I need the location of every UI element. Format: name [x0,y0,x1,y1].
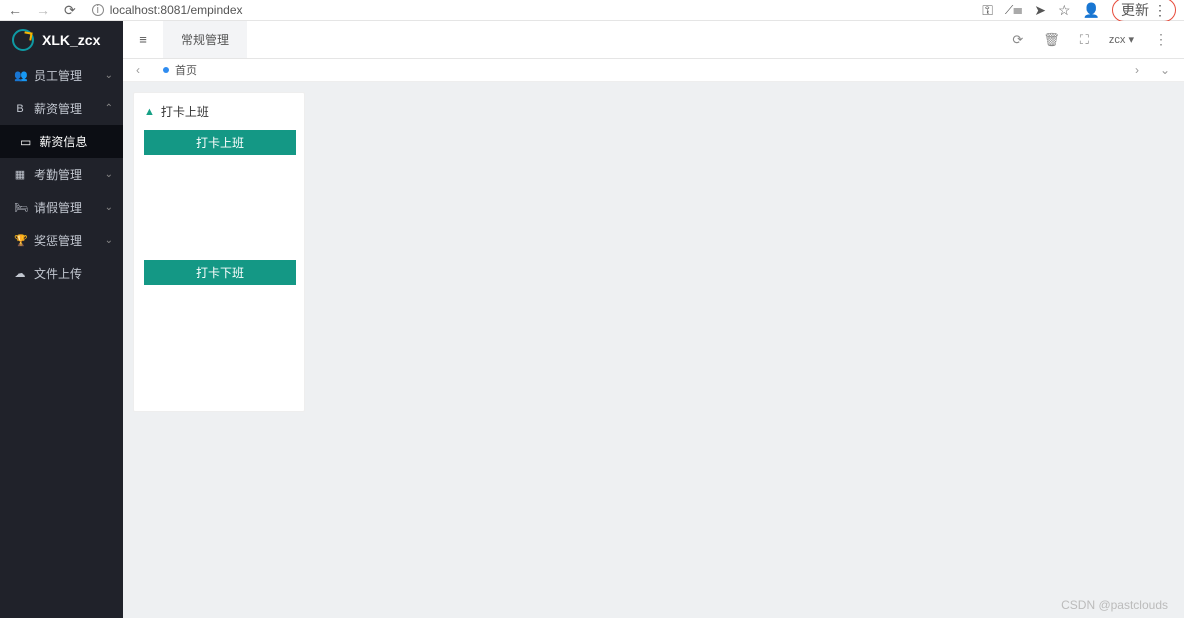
url-text: localhost:8081/empindex [110,3,243,17]
card-icon: ▭ [20,135,31,149]
sidebar-item-leave[interactable]: 🛏 请假管理 ⌄ [0,191,123,224]
send-icon[interactable]: ➤ [1034,2,1046,19]
users-icon: 👥 [14,69,26,82]
logo-icon [12,29,34,51]
punch-out-button[interactable]: 打卡下班 [144,260,296,285]
brand[interactable]: XLK_zcx [0,21,123,59]
sidebar-item-label: 考勤管理 [34,166,82,183]
translate-icon[interactable]: ⟋☰ [1005,3,1022,18]
calendar-icon: ▦ [14,168,26,181]
sidebar-item-label: 奖惩管理 [34,232,82,249]
brand-name: XLK_zcx [42,32,100,48]
star-icon[interactable]: ☆ [1058,2,1071,19]
chevron-up-icon: ⌃ [105,103,113,114]
top-tab-general[interactable]: 常规管理 [163,21,247,58]
collapse-sidebar-button[interactable]: ≡ [123,21,163,58]
chevron-down-icon: ⌄ [105,202,113,213]
warning-triangle-icon: ▲ [144,106,155,118]
chevron-down-icon: ⌄ [105,169,113,180]
tab-label: 首页 [175,62,197,78]
sidebar-item-salary[interactable]: B 薪资管理 ⌃ [0,92,123,125]
chevron-down-icon: ▾ [1128,34,1134,46]
address-bar[interactable]: i localhost:8081/empindex [86,3,972,17]
chevron-down-icon: ⌄ [105,235,113,246]
sidebar-subitem-salary-info[interactable]: ▭ 薪资信息 [0,125,123,158]
sidebar-item-label: 薪资管理 [34,100,82,117]
bars-indent-icon: ≡ [139,32,147,47]
sidebar: XLK_zcx 👥 员工管理 ⌄ B 薪资管理 ⌃ ▭ 薪资信息 ▦ 考勤管理 … [0,21,123,618]
sidebar-item-reward[interactable]: 🏆 奖惩管理 ⌄ [0,224,123,257]
punch-in-button[interactable]: 打卡上班 [144,130,296,155]
sidebar-item-attendance[interactable]: ▦ 考勤管理 ⌄ [0,158,123,191]
chevron-down-icon: ⌄ [105,70,113,81]
sidebar-item-label: 文件上传 [34,265,82,282]
forward-icon[interactable]: → [36,3,50,17]
trash-icon[interactable]: 🗑 [1043,32,1060,48]
main: ≡ 常规管理 ⟳ 🗑 ⛶ zcx ▾ ⋮ ‹ [123,21,1184,618]
browser-toolbar: ← → ⟳ i localhost:8081/empindex ⚿ ⟋☰ ➤ ☆… [0,0,1184,21]
tabs-scroll-left[interactable]: ‹ [127,63,149,77]
topbar: ≡ 常规管理 ⟳ 🗑 ⛶ zcx ▾ ⋮ [123,21,1184,59]
sidebar-item-label: 员工管理 [34,67,82,84]
bitcoin-icon: B [14,103,26,115]
bed-icon: 🛏 [14,201,26,214]
tab-home[interactable]: 首页 [149,59,211,81]
tabs-row: ‹ 首页 › ⌄ [123,59,1184,82]
card-title: ▲ 打卡上班 [144,103,294,120]
fullscreen-icon[interactable]: ⛶ [1080,32,1089,48]
back-icon[interactable]: ← [8,3,22,17]
sidebar-item-label: 请假管理 [34,199,82,216]
content-area: ▲ 打卡上班 打卡上班 打卡下班 CSDN @pastclouds [123,82,1184,618]
cloud-icon: ☁ [14,267,26,280]
kebab-menu-icon[interactable]: ⋮ [1154,31,1168,48]
user-menu[interactable]: zcx ▾ [1109,33,1134,46]
tabs-dropdown[interactable]: ⌄ [1154,63,1176,77]
active-dot-icon [163,67,169,73]
trophy-icon: 🏆 [14,234,26,247]
sidebar-item-employee[interactable]: 👥 员工管理 ⌄ [0,59,123,92]
refresh-icon[interactable]: ⟳ [1012,32,1023,48]
profile-icon[interactable]: 👤 [1083,2,1100,19]
sidebar-item-upload[interactable]: ☁ 文件上传 [0,257,123,290]
watermark: CSDN @pastclouds [1061,598,1168,612]
key-icon[interactable]: ⚿ [982,2,993,19]
update-button[interactable]: 更新 ⋮ [1112,0,1176,22]
tabs-scroll-right[interactable]: › [1126,63,1148,77]
reload-icon[interactable]: ⟳ [64,3,76,17]
punch-card: ▲ 打卡上班 打卡上班 打卡下班 [133,92,305,412]
sidebar-item-label: 薪资信息 [39,133,87,150]
kebab-menu-icon: ⋮ [1153,2,1167,19]
info-icon[interactable]: i [92,4,104,16]
